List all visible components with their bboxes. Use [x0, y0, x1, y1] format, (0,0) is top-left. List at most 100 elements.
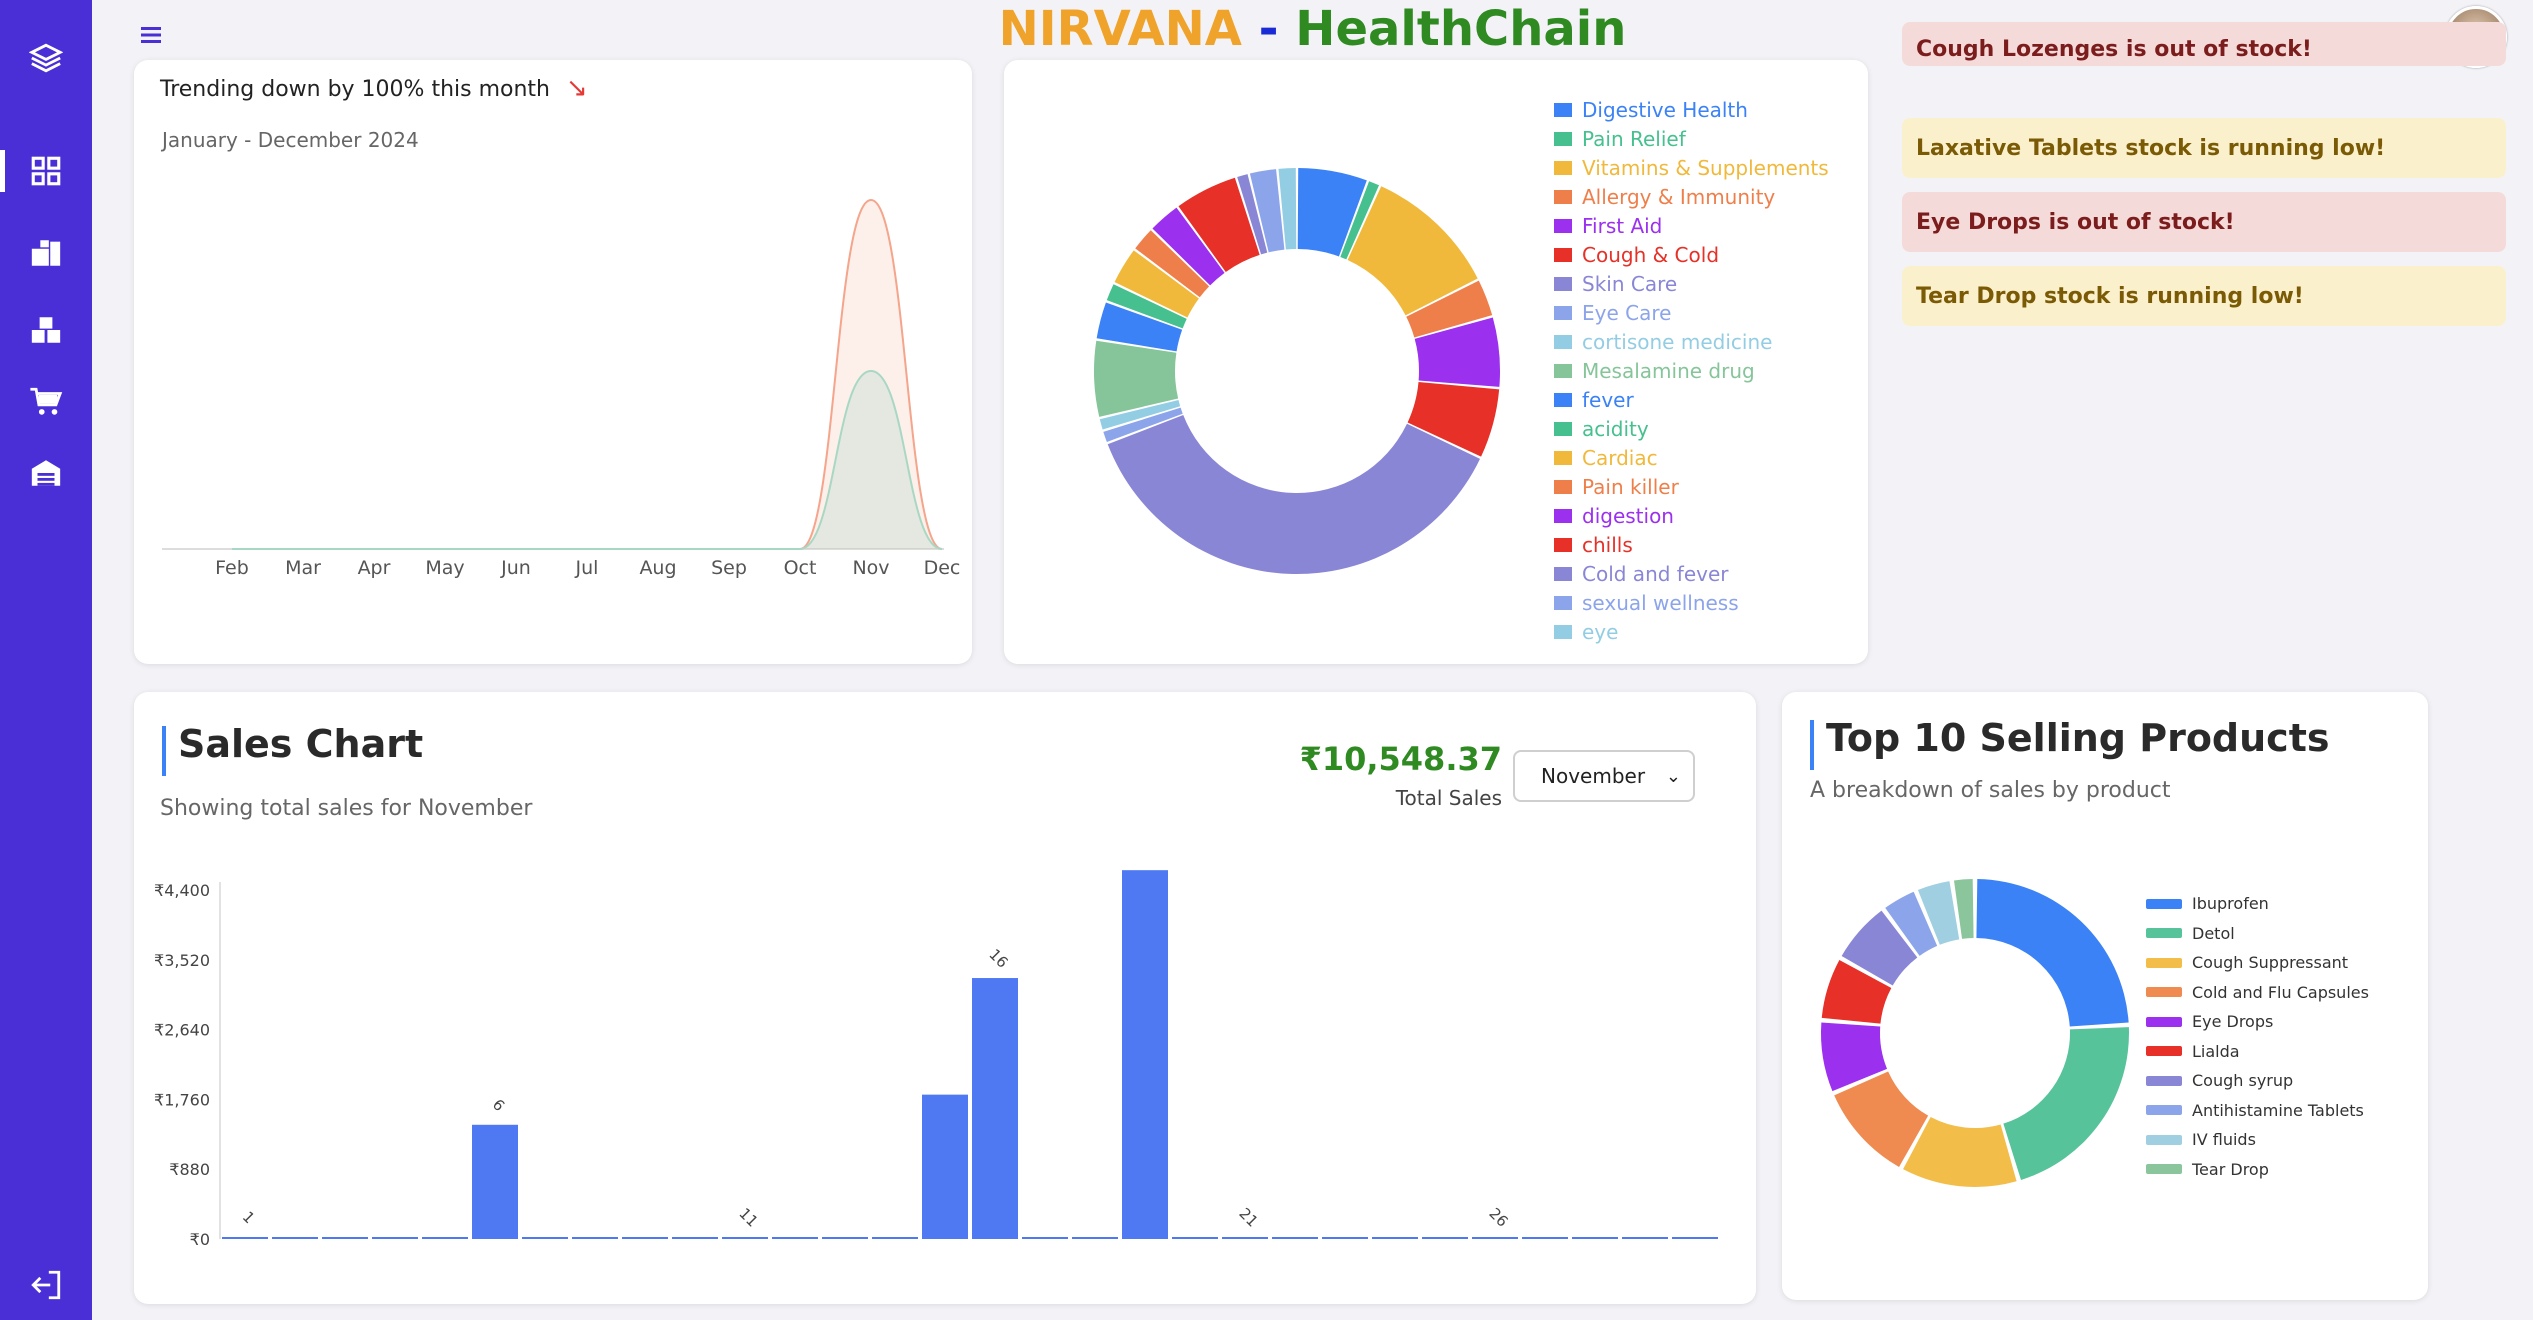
legend-item[interactable]: digestion — [1554, 504, 1674, 528]
x-day-label: 21 — [1235, 1204, 1261, 1230]
product-legend-item[interactable]: Lialda — [2146, 1042, 2240, 1061]
y-tick-label: ₹0 — [190, 1230, 210, 1249]
legend-item[interactable]: Vitamins & Supplements — [1554, 156, 1829, 180]
sales-bar[interactable] — [1172, 1237, 1218, 1239]
x-tick-label: Dec — [924, 557, 961, 579]
product-legend-item[interactable]: Antihistamine Tablets — [2146, 1101, 2364, 1120]
legend-swatch — [1554, 538, 1572, 552]
legend-label: Tear Drop — [2192, 1159, 2269, 1179]
legend-label: Skin Care — [1582, 272, 1678, 296]
legend-label: IV fluids — [2192, 1130, 2256, 1149]
legend-item[interactable]: Cough & Cold — [1554, 243, 1719, 267]
legend-swatch — [1554, 132, 1572, 146]
legend-label: Eye Care — [1582, 301, 1672, 325]
legend-swatch — [1554, 103, 1572, 117]
legend-swatch — [1554, 422, 1572, 436]
chevron-down-icon: ⌄ — [1665, 766, 1681, 787]
sales-bar[interactable] — [922, 1094, 968, 1239]
sales-bar[interactable] — [222, 1237, 268, 1239]
inventory-icon[interactable] — [0, 223, 92, 283]
sales-bar[interactable] — [1122, 870, 1168, 1239]
legend-label: Vitamins & Supplements — [1582, 156, 1829, 180]
legend-label: Pain killer — [1582, 475, 1679, 499]
sales-bar[interactable] — [272, 1237, 318, 1239]
product-legend-item[interactable]: Detol — [2146, 924, 2235, 943]
sales-bar[interactable] — [572, 1237, 618, 1239]
cart-icon[interactable] — [0, 372, 92, 432]
sales-bar[interactable] — [1472, 1237, 1518, 1239]
legend-item[interactable]: eye — [1554, 620, 1618, 644]
legend-item[interactable]: sexual wellness — [1554, 591, 1739, 615]
legend-swatch — [2146, 928, 2182, 938]
sales-bar[interactable] — [1272, 1237, 1318, 1239]
legend-label: Pain Relief — [1582, 127, 1686, 151]
legend-swatch — [1554, 567, 1572, 581]
sales-bar[interactable] — [1322, 1237, 1368, 1239]
product-legend-item[interactable]: Cold and Flu Capsules — [2146, 983, 2369, 1002]
y-tick-label: ₹2,640 — [154, 1021, 210, 1040]
legend-item[interactable]: cortisone medicine — [1554, 330, 1772, 354]
legend-item[interactable]: Pain killer — [1554, 475, 1679, 499]
brand-separator: - — [1241, 1, 1296, 57]
sales-bar[interactable] — [522, 1237, 568, 1239]
legend-item[interactable]: chills — [1554, 533, 1633, 557]
sales-bar[interactable] — [772, 1237, 818, 1239]
x-tick-label: Oct — [784, 557, 817, 579]
legend-label: Digestive Health — [1582, 98, 1748, 122]
legend-item[interactable]: First Aid — [1554, 214, 1662, 238]
legend-item[interactable]: Allergy & Immunity — [1554, 185, 1775, 209]
sales-bar[interactable] — [1372, 1237, 1418, 1239]
sidebar — [0, 0, 92, 1320]
sales-bar[interactable] — [1572, 1237, 1618, 1239]
legend-item[interactable]: Pain Relief — [1554, 127, 1686, 151]
sales-bar[interactable] — [372, 1237, 418, 1239]
product-donut-slice — [2003, 1027, 2129, 1180]
product-legend-item[interactable]: Tear Drop — [2146, 1160, 2269, 1179]
legend-item[interactable]: acidity — [1554, 417, 1649, 441]
product-legend-item[interactable]: Ibuprofen — [2146, 894, 2269, 913]
product-legend-item[interactable]: Eye Drops — [2146, 1012, 2273, 1031]
x-day-label: 16 — [985, 945, 1011, 971]
legend-item[interactable]: Cardiac — [1554, 446, 1658, 470]
sales-bar[interactable] — [322, 1237, 368, 1239]
legend-swatch — [1554, 625, 1572, 639]
x-tick-label: Jul — [575, 557, 599, 579]
month-select[interactable]: November ⌄ — [1513, 750, 1695, 802]
legend-item[interactable]: Skin Care — [1554, 272, 1677, 296]
product-legend-item[interactable]: Cough Suppressant — [2146, 953, 2348, 972]
sales-bar[interactable] — [1622, 1237, 1668, 1239]
category-card: Digestive Health Pain Relief Vitamins & Su… — [1004, 60, 1868, 664]
sales-bar[interactable] — [1522, 1237, 1568, 1239]
sales-bar[interactable] — [672, 1237, 718, 1239]
legend-item[interactable]: fever — [1554, 388, 1634, 412]
stock-alert: Tear Drop stock is running low! — [1902, 266, 2506, 326]
sales-bar[interactable] — [1672, 1237, 1718, 1239]
legend-label: sexual wellness — [1582, 591, 1739, 615]
x-tick-label: May — [425, 557, 464, 579]
sales-bar[interactable] — [722, 1237, 768, 1239]
legend-item[interactable]: Cold and fever — [1554, 562, 1729, 586]
legend-item[interactable]: Eye Care — [1554, 301, 1671, 325]
legend-item[interactable]: Mesalamine drug — [1554, 359, 1755, 383]
layers-icon[interactable] — [0, 28, 92, 88]
sales-bar[interactable] — [1072, 1237, 1118, 1239]
x-day-label: 6 — [489, 1096, 508, 1115]
sales-bar[interactable] — [422, 1237, 468, 1239]
x-day-label: 26 — [1485, 1204, 1511, 1230]
legend-item[interactable]: Digestive Health — [1554, 98, 1748, 122]
boxes-icon[interactable] — [0, 300, 92, 360]
sales-bar[interactable] — [1022, 1237, 1068, 1239]
sales-bar[interactable] — [872, 1237, 918, 1239]
dashboard-grid-icon[interactable] — [0, 141, 92, 201]
logout-icon[interactable] — [0, 1255, 92, 1315]
product-legend-item[interactable]: Cough syrup — [2146, 1071, 2293, 1090]
warehouse-icon[interactable] — [0, 443, 92, 503]
sales-bar[interactable] — [1422, 1237, 1468, 1239]
sales-bar[interactable] — [1222, 1237, 1268, 1239]
x-tick-label: Feb — [215, 557, 249, 579]
sales-bar[interactable] — [822, 1237, 868, 1239]
sales-bar[interactable] — [472, 1124, 518, 1239]
sales-bar[interactable] — [622, 1237, 668, 1239]
sales-bar[interactable] — [972, 978, 1018, 1239]
product-legend-item[interactable]: IV fluids — [2146, 1130, 2256, 1149]
